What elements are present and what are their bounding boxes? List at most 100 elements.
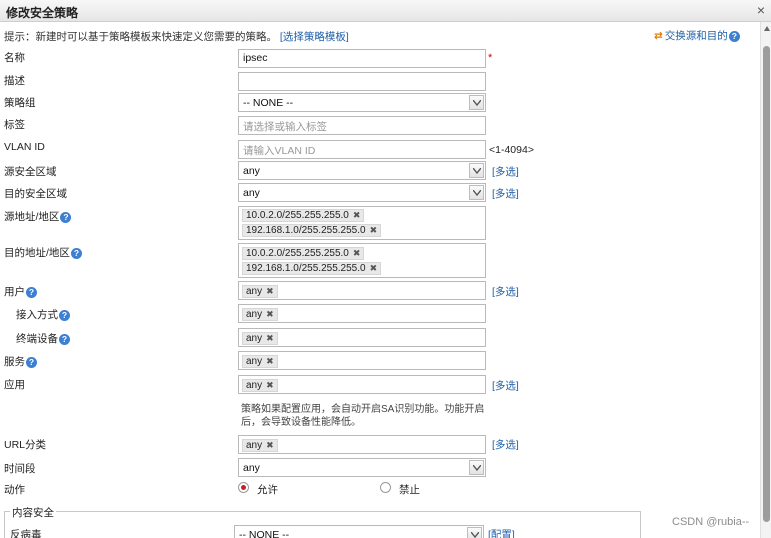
time-range-value: any [243, 462, 260, 474]
user-tag: any ✖ [242, 285, 278, 298]
tag-remove-icon[interactable]: ✖ [266, 440, 274, 450]
swap-icon: ⇄ [654, 30, 663, 42]
tag-remove-icon[interactable]: ✖ [353, 248, 361, 258]
name-label: 名称 [4, 52, 25, 64]
antivirus-label: 反病毒 [10, 529, 42, 538]
action-deny-label: 禁止 [399, 484, 420, 496]
help-icon[interactable]: ? [70, 247, 82, 259]
access-method-label-text: 接入方式 [16, 309, 58, 321]
chevron-down-icon[interactable] [469, 95, 484, 110]
terminal-device-label: 终端设备? [16, 331, 70, 346]
policy-group-value: -- NONE -- [243, 97, 294, 109]
tag-remove-icon[interactable]: ✖ [266, 356, 274, 366]
tag-input[interactable]: 请选择或输入标签 [238, 116, 486, 135]
src-addr-tag: 192.168.1.0/255.255.255.0 ✖ [242, 224, 382, 237]
service-tag: any ✖ [242, 355, 278, 368]
dst-zone-label: 目的安全区域 [4, 188, 67, 200]
scroll-up-icon[interactable] [764, 26, 770, 31]
close-icon[interactable]: × [757, 2, 765, 18]
application-note: 策略如果配置应用，会自动开启SA识别功能。功能开启后，会导致设备性能降低。 [241, 404, 485, 428]
dst-addr-label: 目的地址/地区? [4, 245, 82, 260]
watermark-text: CSDN @rubia-- [672, 516, 750, 528]
chevron-down-icon[interactable] [469, 163, 484, 178]
vlan-range-hint: <1-4094> [489, 144, 534, 156]
dst-addr-label-text: 目的地址/地区 [4, 247, 70, 259]
user-label-text: 用户 [4, 286, 25, 298]
help-icon[interactable]: ? [59, 309, 70, 321]
swap-src-dst-link[interactable]: ⇄ 交换源和目的? [654, 28, 740, 43]
application-tag: any ✖ [242, 379, 278, 392]
src-addr-label: 源地址/地区? [4, 209, 72, 224]
tag-text: 192.168.1.0/255.255.255.0 [246, 263, 366, 274]
access-method-tag: any ✖ [242, 308, 278, 321]
tag-remove-icon[interactable]: ✖ [266, 333, 274, 343]
src-zone-label: 源安全区域 [4, 166, 57, 178]
chevron-down-icon[interactable] [469, 460, 484, 475]
tag-text: any [246, 309, 263, 320]
tip-text: 提示：新建时可以基于策略模板来快速定义您需要的策略。 [选择策略模板] [4, 29, 349, 44]
description-input[interactable] [238, 72, 486, 91]
swap-label: 交换源和目的 [664, 30, 728, 42]
select-template-link[interactable]: [选择策略模板] [280, 31, 349, 43]
dst-addr-tag: 10.0.2.0/255.255.255.0 ✖ [242, 247, 365, 260]
user-multi-link[interactable]: [多选] [492, 284, 519, 299]
description-label: 描述 [4, 75, 25, 87]
user-label: 用户? [4, 284, 37, 299]
name-input[interactable]: ipsec [238, 49, 486, 68]
help-icon[interactable]: ? [26, 286, 37, 298]
src-zone-value: any [243, 165, 260, 177]
src-zone-multi-link[interactable]: [多选] [492, 164, 519, 179]
dst-zone-multi-link[interactable]: [多选] [492, 186, 519, 201]
vertical-scrollbar[interactable] [760, 22, 771, 538]
src-addr-label-text: 源地址/地区 [4, 211, 60, 223]
src-addr-tag: 10.0.2.0/255.255.255.0 ✖ [242, 209, 365, 222]
dst-zone-value: any [243, 187, 260, 199]
help-icon[interactable]: ? [60, 211, 72, 223]
tag-text: any [246, 333, 263, 344]
dst-addr-tag: 192.168.1.0/255.255.255.0 ✖ [242, 262, 382, 275]
terminal-device-tag: any ✖ [242, 332, 278, 345]
chevron-down-icon[interactable] [467, 527, 482, 538]
policy-group-select[interactable]: -- NONE -- [238, 93, 486, 112]
action-allow-label: 允许 [257, 484, 278, 496]
tag-remove-icon[interactable]: ✖ [266, 286, 274, 296]
service-label: 服务? [4, 354, 37, 369]
action-allow-radio[interactable] [238, 482, 249, 493]
tag-label: 标签 [4, 119, 25, 131]
application-multi-link[interactable]: [多选] [492, 378, 519, 393]
help-icon[interactable]: ? [26, 356, 37, 368]
url-category-tag: any ✖ [242, 439, 278, 452]
tag-remove-icon[interactable]: ✖ [370, 225, 378, 235]
url-category-label: URL分类 [4, 439, 47, 451]
time-range-select[interactable]: any [238, 458, 486, 477]
tag-text: 10.0.2.0/255.255.255.0 [246, 248, 349, 259]
tag-remove-icon[interactable]: ✖ [266, 380, 274, 390]
tag-text: any [246, 440, 263, 451]
help-icon[interactable]: ? [59, 333, 70, 345]
antivirus-select[interactable]: -- NONE -- [234, 525, 484, 538]
access-method-label: 接入方式? [16, 307, 70, 322]
vlan-id-input[interactable]: 请输入VLAN ID [238, 140, 486, 159]
tag-remove-icon[interactable]: ✖ [370, 263, 378, 273]
content-security-legend: 内容安全 [10, 505, 56, 520]
vlan-id-placeholder: 请输入VLAN ID [243, 145, 316, 157]
scrollbar-thumb[interactable] [763, 46, 770, 522]
antivirus-value: -- NONE -- [239, 529, 290, 538]
action-deny-radio[interactable] [380, 482, 391, 493]
url-category-multi-link[interactable]: [多选] [492, 437, 519, 452]
policy-group-label: 策略组 [4, 97, 36, 109]
time-range-label: 时间段 [4, 463, 36, 475]
tag-text: 192.168.1.0/255.255.255.0 [246, 225, 366, 236]
help-icon[interactable]: ? [728, 30, 740, 42]
tag-text: any [246, 380, 263, 391]
application-label: 应用 [4, 379, 25, 391]
tag-remove-icon[interactable]: ✖ [266, 309, 274, 319]
antivirus-config-link[interactable]: [配置] [488, 527, 515, 538]
tag-text: any [246, 356, 263, 367]
tag-remove-icon[interactable]: ✖ [353, 210, 361, 220]
chevron-down-icon[interactable] [469, 185, 484, 200]
vlan-id-label: VLAN ID [4, 141, 45, 153]
src-zone-select[interactable]: any [238, 161, 486, 180]
dst-zone-select[interactable]: any [238, 183, 486, 202]
tag-text: any [246, 286, 263, 297]
